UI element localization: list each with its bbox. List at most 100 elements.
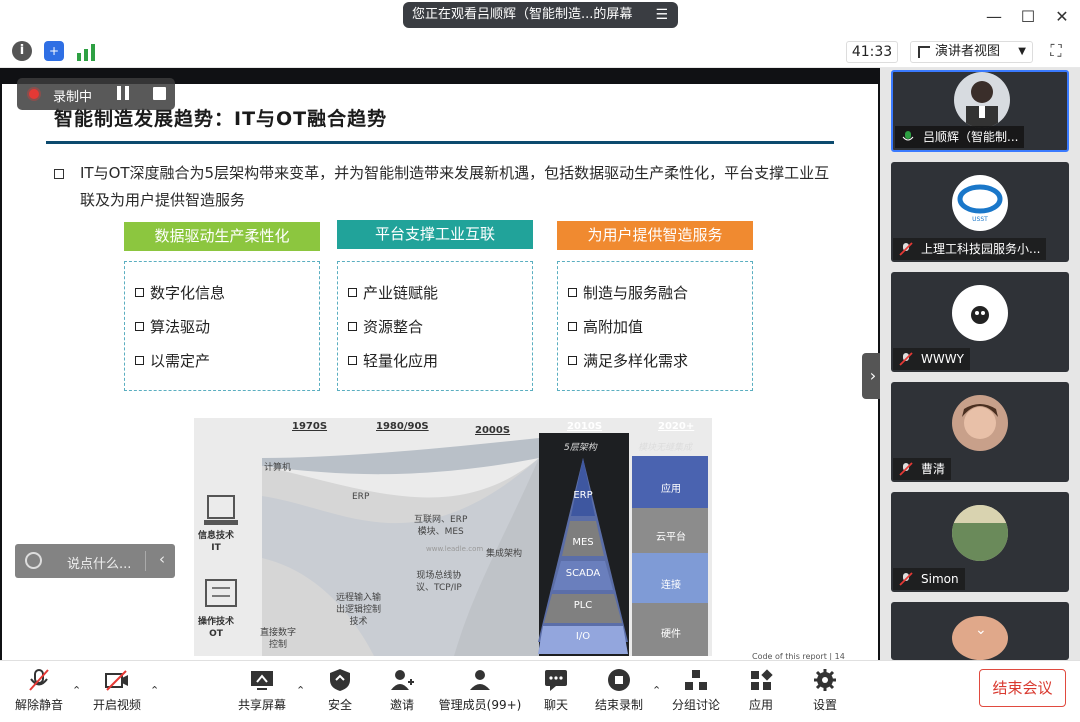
era-label: 2010S [567, 421, 603, 432]
breakout-icon [685, 670, 707, 690]
pyramid-layer: PLC [573, 600, 593, 611]
stage-label: 现场总线协 议、TCP/IP [416, 571, 462, 593]
muted-camera-icon [105, 670, 128, 691]
participant-tile[interactable]: ⌄ [891, 602, 1069, 660]
module-segment: 连接 [661, 580, 681, 591]
list-item: 算法驱动 [135, 316, 210, 337]
members-icon [470, 670, 490, 690]
list-item: 制造与服务融合 [568, 282, 688, 303]
participant-tile[interactable]: Simon [891, 492, 1069, 592]
column-box-platform: 产业链赋能 资源整合 轻量化应用 [337, 261, 533, 391]
participant-tile[interactable]: WWWY [891, 272, 1069, 372]
list-item: 轻量化应用 [348, 350, 438, 371]
muted-microphone-icon [29, 669, 49, 691]
stage-label: 直接数字 控制 [260, 628, 297, 650]
close-button[interactable]: ✕ [1050, 6, 1074, 28]
manage-members-button[interactable]: 管理成员(99+) [436, 668, 524, 713]
pyramid-layer: SCADA [565, 568, 601, 579]
avatar [954, 72, 1010, 128]
add-user-icon [391, 670, 414, 690]
participant-name: 上理工科技园服务小... [893, 238, 1047, 260]
info-icon[interactable]: i [12, 41, 32, 61]
avatar [952, 285, 1008, 341]
chevron-up-icon[interactable]: ⌃ [72, 684, 81, 697]
shield-icon [330, 669, 350, 691]
stage-label: 远程输入输 出逻辑控制 技术 [336, 593, 382, 627]
minimize-button[interactable]: — [982, 6, 1006, 28]
chevron-up-icon[interactable]: ⌃ [296, 684, 305, 697]
share-screen-button[interactable]: 共享屏幕 [236, 668, 288, 713]
avatar [952, 395, 1008, 451]
apps-button[interactable]: 应用 [741, 668, 781, 713]
chevron-up-icon[interactable]: ⌃ [150, 684, 159, 697]
emoji-icon[interactable] [25, 552, 42, 569]
it-row-label: 信息技术 IT [198, 531, 235, 553]
participant-name: 吕顺辉（智能制... [895, 126, 1025, 148]
participant-tile[interactable]: 曹清 [891, 382, 1069, 482]
security-button[interactable]: 安全 [320, 668, 360, 713]
breakout-button[interactable]: 分组讨论 [670, 668, 722, 713]
chevron-up-icon[interactable]: ⌃ [652, 684, 661, 697]
module-segment: 硬件 [661, 629, 681, 640]
avatar [952, 505, 1008, 561]
chevron-left-icon[interactable]: ‹ [159, 550, 165, 568]
participant-tile[interactable]: USST 上理工科技园服务小... [891, 162, 1069, 262]
era-note: 5层架构 [564, 443, 597, 453]
list-item: 产业链赋能 [348, 282, 438, 303]
fullscreen-icon[interactable]: ⛶ [1046, 41, 1066, 61]
microphone-icon [902, 131, 914, 141]
muted-microphone-icon [899, 572, 913, 586]
start-video-button[interactable]: 开启视频 [90, 668, 144, 713]
muted-microphone-icon [899, 462, 913, 476]
participant-name: Simon [893, 568, 965, 590]
list-item: 以需定产 [135, 350, 210, 371]
column-header-service: 为用户提供智造服务 [557, 221, 753, 250]
era-label: 1970S [292, 421, 328, 432]
list-icon[interactable]: ☰ [655, 2, 668, 28]
column-header-data-driven: 数据驱动生产柔性化 [124, 222, 320, 251]
chevron-down-icon[interactable]: ⌄ [975, 622, 987, 638]
era-note: 模块无缝集成 [638, 443, 693, 453]
ot-row-label: 操作技术 OT [198, 617, 235, 639]
list-item: 数字化信息 [135, 282, 225, 303]
view-mode-select[interactable]: 演讲者视图 ▼ [910, 41, 1033, 63]
column-box-service: 制造与服务融合 高附加值 满足多样化需求 [557, 261, 753, 391]
view-icon [918, 46, 930, 58]
slide-bullet-text: IT与OT深度融合为5层架构带来变革，并为智能制造带来发展新机遇，包括数据驱动生… [80, 164, 830, 209]
quick-chat-input[interactable]: 说点什么... ‹ [15, 544, 175, 578]
settings-button[interactable]: 设置 [805, 668, 845, 713]
end-recording-button[interactable]: 结束录制 [592, 668, 646, 713]
stage-label: 互联网、ERP 模块、MES [414, 515, 468, 537]
divider [145, 551, 146, 571]
chat-placeholder: 说点什么... [67, 557, 132, 572]
maximize-button[interactable]: ☐ [1016, 6, 1040, 28]
gear-icon [814, 669, 836, 691]
era-label: 2000S [475, 425, 511, 436]
column-box-data-driven: 数字化信息 算法驱动 以需定产 [124, 261, 320, 391]
watermark-text: www.leadle.com [426, 545, 484, 553]
shield-icon[interactable]: + [44, 41, 64, 61]
era-label: 1980/90S [376, 421, 429, 432]
bullet-square-icon [54, 169, 64, 179]
stop-icon[interactable] [153, 87, 166, 100]
module-segment: 应用 [661, 484, 681, 495]
participant-tile[interactable]: 吕顺辉（智能制... [891, 70, 1069, 152]
title-divider [46, 141, 834, 144]
stop-record-icon [608, 669, 630, 691]
module-segment: 云平台 [656, 532, 686, 543]
signal-icon[interactable] [76, 43, 96, 61]
chat-icon [545, 670, 567, 691]
stage-label: 集成架构 [486, 549, 523, 559]
sharing-banner[interactable]: 您正在观看吕顺辉（智能制造...的屏幕 ☰ [403, 2, 678, 28]
pause-icon[interactable] [116, 86, 130, 100]
chat-button[interactable]: 聊天 [536, 668, 576, 713]
pyramid-layer: MES [572, 537, 594, 548]
unmute-button[interactable]: 解除静音 [12, 668, 66, 713]
era-label: 2020+ [658, 421, 695, 432]
apps-icon [751, 669, 773, 690]
svg-text:USST: USST [972, 216, 988, 223]
invite-button[interactable]: 邀请 [382, 668, 422, 713]
end-meeting-button[interactable]: 结束会议 [979, 669, 1066, 707]
stage-label: ERP [352, 492, 370, 502]
avatar: USST [952, 175, 1008, 231]
